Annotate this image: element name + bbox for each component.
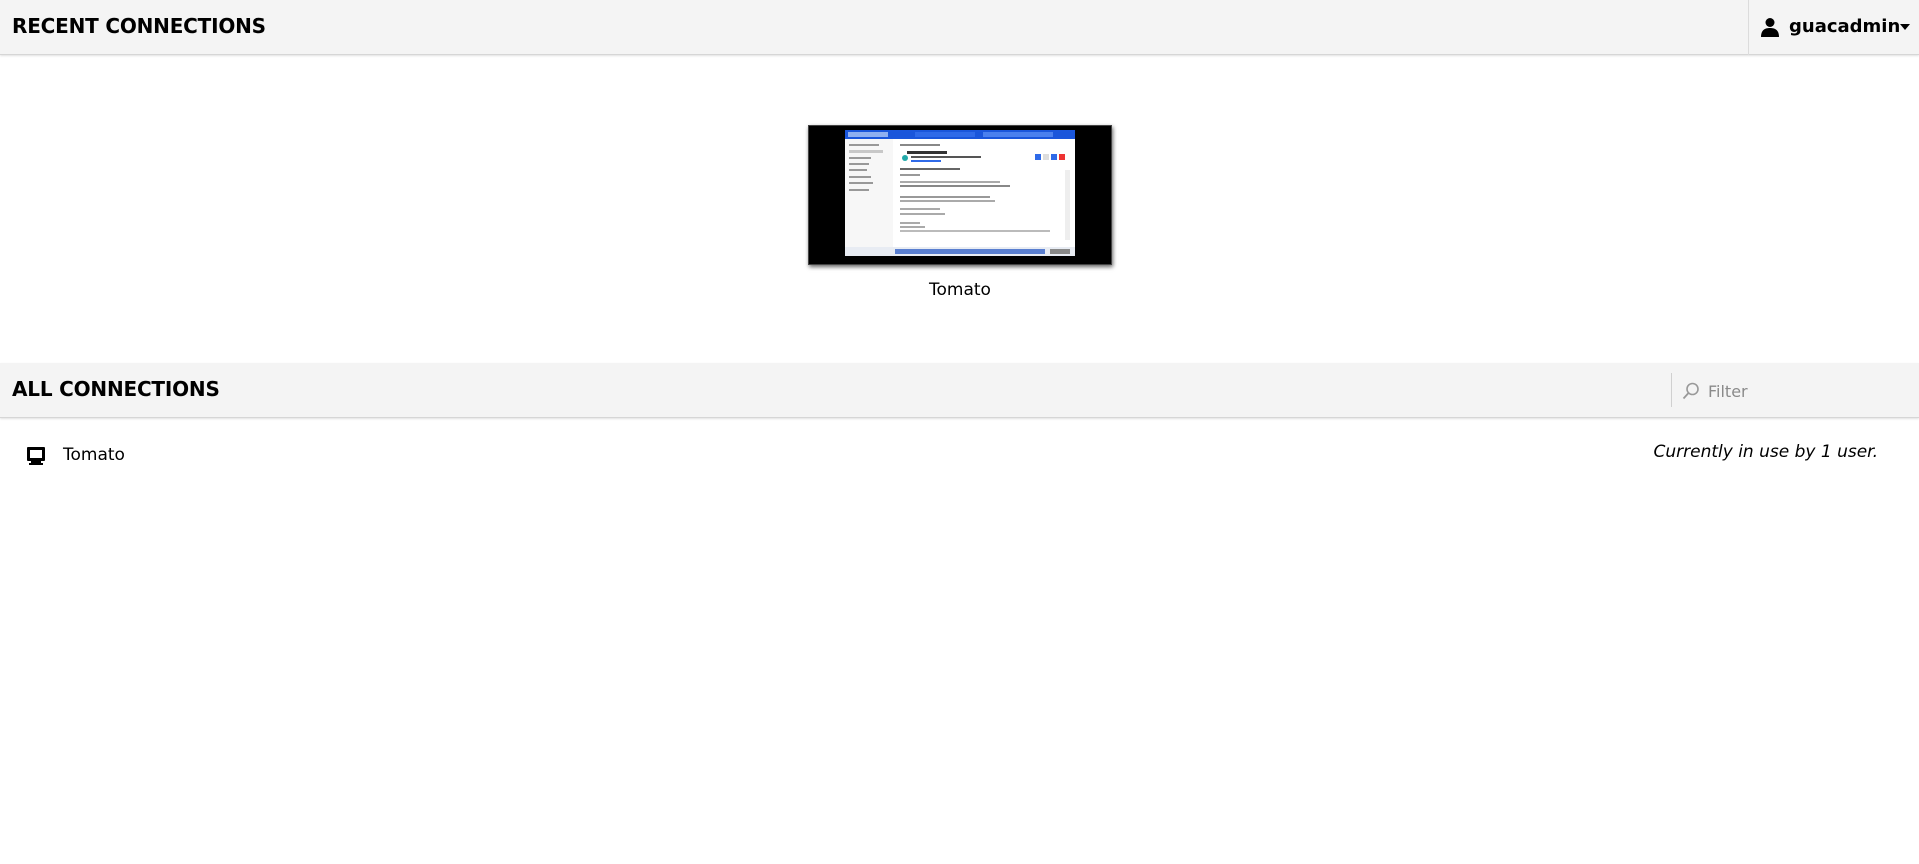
recent-connection-tile[interactable]: Tomato [808,125,1112,300]
caret-down-icon [1900,24,1910,30]
monitor-icon [27,447,45,465]
recent-connections-title: RECENT CONNECTIONS [12,14,266,38]
all-connections-title: ALL CONNECTIONS [12,377,220,401]
remote-desktop-preview-image [845,130,1075,256]
connection-list: Tomato Currently in use by 1 user. [0,418,1919,465]
user-icon [1761,18,1779,37]
recent-connections-area: Tomato [0,55,1919,363]
connection-thumbnail[interactable] [808,125,1112,265]
username: guacadmin [1789,16,1901,37]
recent-connections-header: RECENT CONNECTIONS guacadmin [0,0,1919,55]
all-connections-header: ALL CONNECTIONS [0,363,1919,418]
connection-row[interactable]: Tomato Currently in use by 1 user. [0,418,1919,465]
recent-connection-name[interactable]: Tomato [808,280,1112,300]
connection-name[interactable]: Tomato [63,445,125,465]
connection-status: Currently in use by 1 user. [1653,442,1878,462]
filter-box [1671,373,1919,407]
user-menu[interactable]: guacadmin [1748,0,1919,55]
search-icon [1682,382,1699,400]
filter-input[interactable] [1706,376,1910,406]
